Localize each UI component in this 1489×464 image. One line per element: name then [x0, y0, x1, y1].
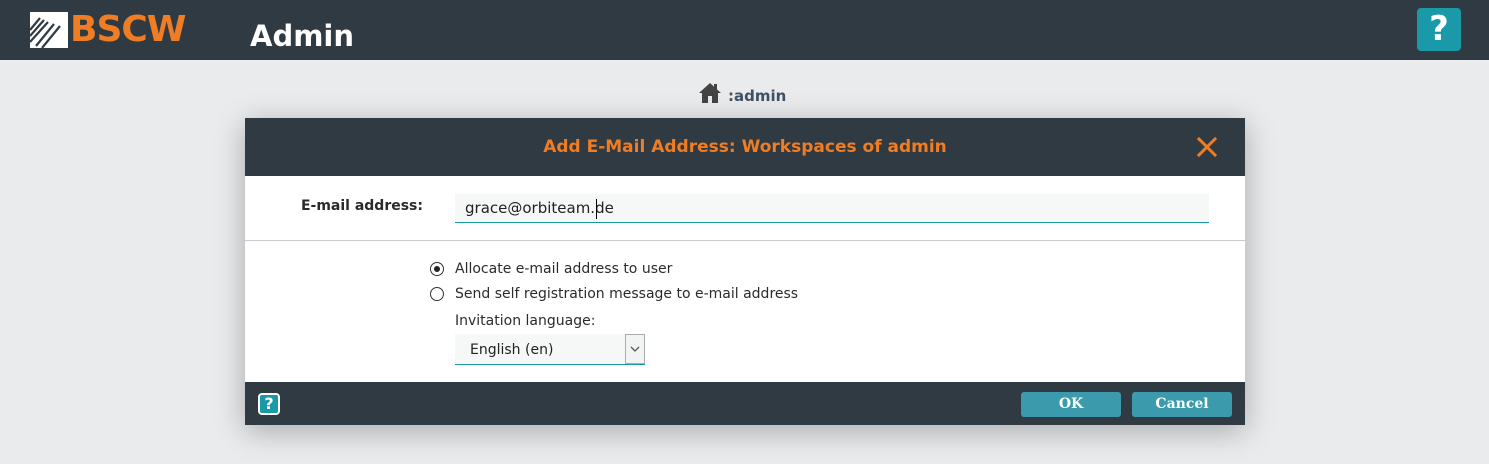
divider [245, 240, 1245, 241]
radio-self-registration[interactable] [430, 287, 444, 301]
dialog-footer: ? OK Cancel [245, 382, 1245, 425]
close-icon[interactable] [1196, 136, 1218, 158]
text-caret [596, 199, 597, 219]
cancel-button[interactable]: Cancel [1132, 392, 1232, 417]
home-icon[interactable] [698, 81, 722, 105]
breadcrumb: :admin [698, 75, 786, 105]
email-label: E-mail address: [300, 198, 423, 214]
help-button[interactable]: ? [1417, 8, 1461, 51]
breadcrumb-path[interactable]: :admin [728, 87, 786, 105]
language-select-value: English (en) [470, 342, 554, 358]
radio-allocate[interactable] [430, 262, 444, 276]
ok-button[interactable]: OK [1021, 392, 1121, 417]
logo-text: BSCW [70, 9, 186, 50]
option-allocate-label: Allocate e-mail address to user [455, 261, 673, 277]
option-self-registration-label: Send self registration message to e-mail… [455, 286, 799, 302]
invitation-language-label: Invitation language: [455, 313, 596, 329]
dialog-help-button[interactable]: ? [258, 393, 280, 415]
top-bar: BSCW Admin ? [0, 0, 1489, 60]
language-select[interactable]: English (en) [455, 334, 645, 365]
dialog-header: Add E-Mail Address: Workspaces of admin [245, 118, 1245, 176]
option-allocate[interactable]: Allocate e-mail address to user [430, 261, 672, 277]
email-field[interactable] [455, 194, 1209, 223]
option-self-registration[interactable]: Send self registration message to e-mail… [430, 286, 798, 302]
bscw-logo-mark-icon [30, 12, 68, 48]
chevron-down-icon[interactable] [625, 334, 645, 364]
bscw-logo[interactable]: BSCW [30, 10, 186, 50]
app-title: Admin [250, 19, 355, 53]
add-email-dialog: Add E-Mail Address: Workspaces of admin … [245, 118, 1245, 425]
dialog-title: Add E-Mail Address: Workspaces of admin [543, 137, 947, 157]
